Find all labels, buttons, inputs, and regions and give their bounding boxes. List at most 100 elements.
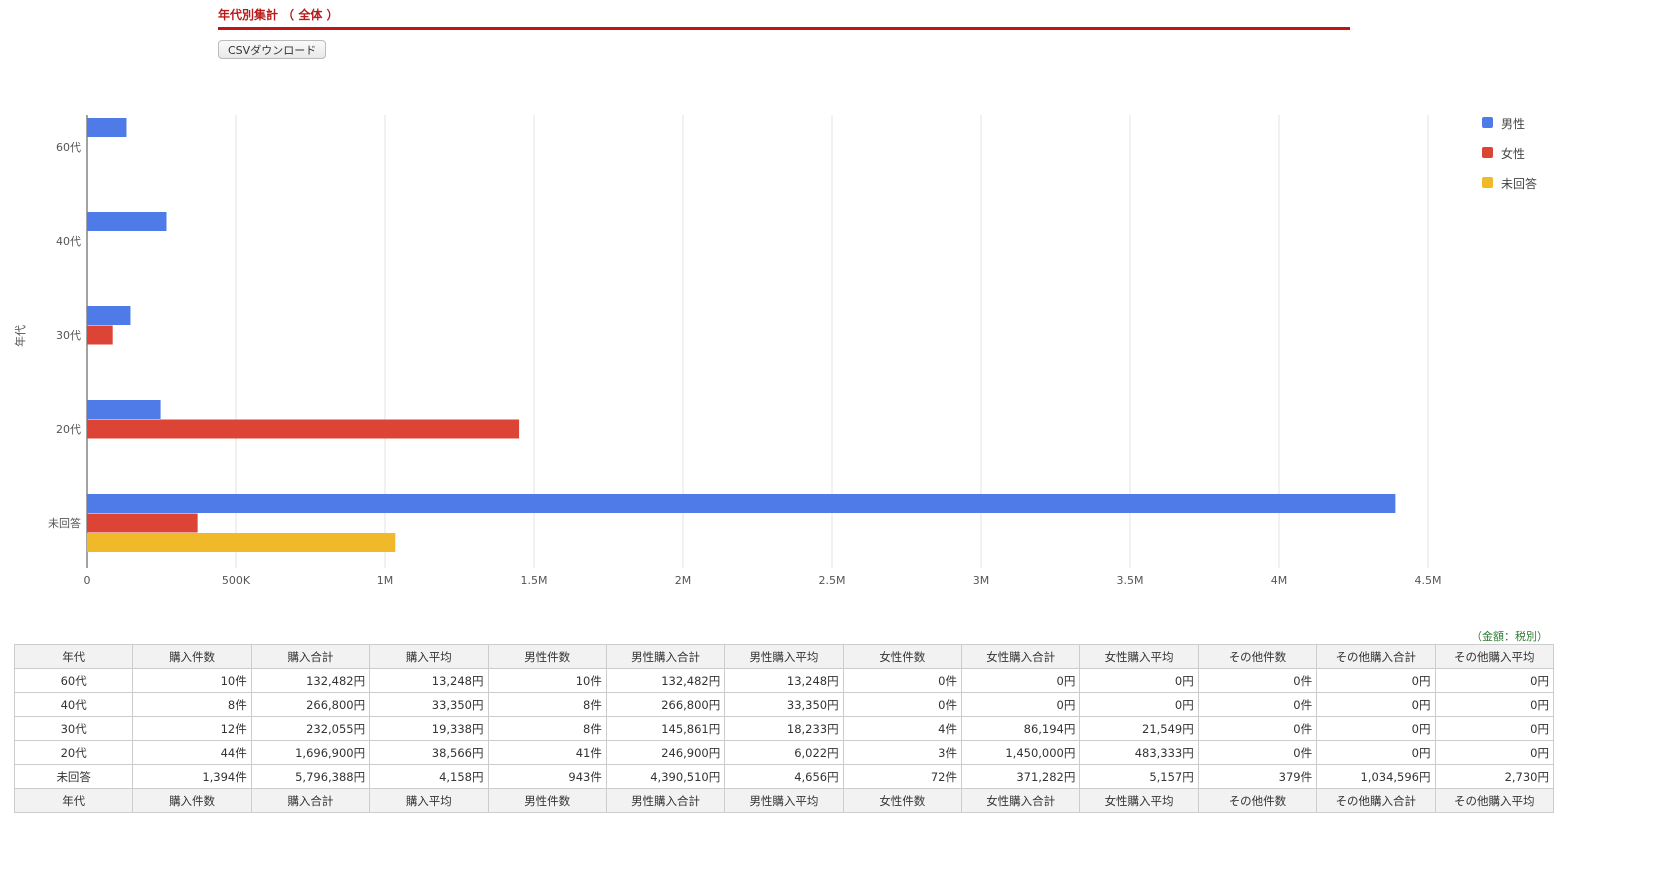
- bar-女性[interactable]: [87, 513, 198, 533]
- table-cell: 8件: [487, 716, 607, 741]
- tax-note: （金額：税別）: [1471, 630, 1548, 643]
- column-header: 年代: [13, 788, 134, 813]
- table-cell: 0件: [842, 692, 963, 717]
- table-cell: 0円: [1434, 740, 1554, 765]
- table-cell: 13,248円: [724, 668, 844, 693]
- table-cell: 4,390,510円: [605, 764, 726, 789]
- table-cell: 483,333円: [1079, 740, 1199, 765]
- legend-label[interactable]: 女性: [1501, 146, 1525, 161]
- table-cell: 2,730円: [1434, 764, 1554, 789]
- y-tick-label: 60代: [56, 141, 81, 154]
- x-tick-label: 500K: [222, 574, 251, 587]
- column-header: 購入平均: [369, 644, 489, 669]
- table-cell: 33,350円: [369, 692, 489, 717]
- column-header: その他購入平均: [1434, 788, 1554, 813]
- bar-女性[interactable]: [87, 325, 113, 345]
- table-cell: 266,800円: [250, 692, 371, 717]
- table-cell: 132,482円: [605, 668, 726, 693]
- bar-男性[interactable]: [87, 494, 1396, 513]
- table-cell: 3件: [842, 740, 963, 765]
- table-cell: 12件: [132, 716, 252, 741]
- age-summary-table: 年代 購入件数 購入合計 購入平均 男性件数 男性購入合計 男性購入平均 女性件数 女性購入合計…: [13, 644, 1554, 813]
- table-cell: 4件: [842, 716, 963, 741]
- x-tick-label: 2.5M: [819, 574, 846, 587]
- column-header: 購入合計: [250, 644, 371, 669]
- table-cell: 5,796,388円: [250, 764, 371, 789]
- table-cell: 0件: [1197, 668, 1318, 693]
- table-cell: 1,034,596円: [1316, 764, 1436, 789]
- column-header: 購入件数: [132, 644, 252, 669]
- table-footer-row: 年代 購入件数 購入合計 購入平均 男性件数 男性購入合計 男性購入平均 女性件数 女性購入合計…: [13, 788, 1554, 813]
- bar-男性[interactable]: [87, 118, 127, 137]
- table-header-row: 年代 購入件数 購入合計 購入平均 男性件数 男性購入合計 男性購入平均 女性件数 女性購入合計…: [13, 644, 1554, 669]
- table-cell: 246,900円: [605, 740, 726, 765]
- table-cell: 0円: [1316, 740, 1436, 765]
- table-cell: 86,194円: [960, 716, 1081, 741]
- table-cell: 145,861円: [605, 716, 726, 741]
- legend-label[interactable]: 未回答: [1501, 176, 1537, 191]
- table-cell: 8件: [132, 692, 252, 717]
- column-header: その他購入合計: [1316, 788, 1436, 813]
- table-cell: 1,696,900円: [250, 740, 371, 765]
- column-header: 女性購入平均: [1079, 644, 1199, 669]
- table-cell: 0件: [1197, 716, 1318, 741]
- table-cell: 132,482円: [250, 668, 371, 693]
- x-tick-label: 1M: [377, 574, 394, 587]
- table-cell: 0円: [1079, 668, 1199, 693]
- y-axis-title: 年代: [13, 325, 27, 347]
- table-cell: 0円: [960, 692, 1081, 717]
- legend-swatch: [1482, 147, 1493, 158]
- legend-label[interactable]: 男性: [1501, 117, 1525, 131]
- table-cell: 0円: [1316, 692, 1436, 717]
- table-cell: 4,656円: [724, 764, 844, 789]
- column-header: 女性件数: [842, 644, 963, 669]
- column-header: その他件数: [1197, 644, 1318, 669]
- bar-未回答[interactable]: [87, 533, 396, 552]
- column-header: 女性購入平均: [1079, 788, 1199, 813]
- table-cell: 0円: [1434, 692, 1554, 717]
- table-cell: 266,800円: [605, 692, 726, 717]
- table-cell: 未回答: [13, 764, 134, 789]
- table-cell: 0円: [1434, 716, 1554, 741]
- table-cell: 1,394件: [132, 764, 252, 789]
- column-header: 男性購入平均: [724, 644, 844, 669]
- table-cell: 21,549円: [1079, 716, 1199, 741]
- table-cell: 40代: [13, 692, 134, 717]
- column-header: 購入合計: [250, 788, 371, 813]
- y-tick-label: 40代: [56, 235, 81, 248]
- column-header: 女性購入合計: [960, 644, 1081, 669]
- y-tick-label: 30代: [56, 329, 81, 342]
- table-row: 30代 12件 232,055円 19,338円 8件 145,861円 18,233円 4件…: [13, 716, 1554, 741]
- table-cell: 18,233円: [724, 716, 844, 741]
- table-cell: 13,248円: [369, 668, 489, 693]
- bar-男性[interactable]: [87, 212, 167, 231]
- x-tick-label: 2M: [675, 574, 692, 587]
- table-cell: 10件: [132, 668, 252, 693]
- bar-女性[interactable]: [87, 419, 520, 439]
- column-header: その他購入合計: [1316, 644, 1436, 669]
- table-cell: 943件: [487, 764, 607, 789]
- table-cell: 33,350円: [724, 692, 844, 717]
- table-cell: 8件: [487, 692, 607, 717]
- bar-男性[interactable]: [87, 306, 131, 325]
- column-header: 男性件数: [487, 788, 607, 813]
- y-tick-label: 未回答: [48, 516, 81, 530]
- x-tick-label: 3M: [973, 574, 990, 587]
- column-header: 女性購入合計: [960, 788, 1081, 813]
- table-cell: 20代: [13, 740, 134, 765]
- legend-swatch: [1482, 177, 1493, 188]
- table-cell: 30代: [13, 716, 134, 741]
- column-header: 年代: [13, 644, 134, 669]
- table-row: 20代 44件 1,696,900円 38,566円 41件 246,900円 6,022円…: [13, 740, 1554, 765]
- table-row: 未回答 1,394件 5,796,388円 4,158円 943件 4,390,510円 4…: [13, 764, 1554, 789]
- x-tick-label: 0: [84, 574, 91, 587]
- table-cell: 1,450,000円: [960, 740, 1081, 765]
- table-cell: 0円: [1316, 668, 1436, 693]
- table-cell: 0件: [1197, 692, 1318, 717]
- column-header: その他件数: [1197, 788, 1318, 813]
- column-header: 女性件数: [842, 788, 963, 813]
- table-cell: 0円: [1079, 692, 1199, 717]
- bar-男性[interactable]: [87, 400, 161, 419]
- table-row: 60代 10件 132,482円 13,248円 10件 132,482円 13,248円 0…: [13, 668, 1554, 693]
- age-bar-chart: 0 500K 1M 1.5M 2M 2.5M 3M 3.5M 4M 4.5M 60代 40代 30代 20…: [13, 115, 1537, 587]
